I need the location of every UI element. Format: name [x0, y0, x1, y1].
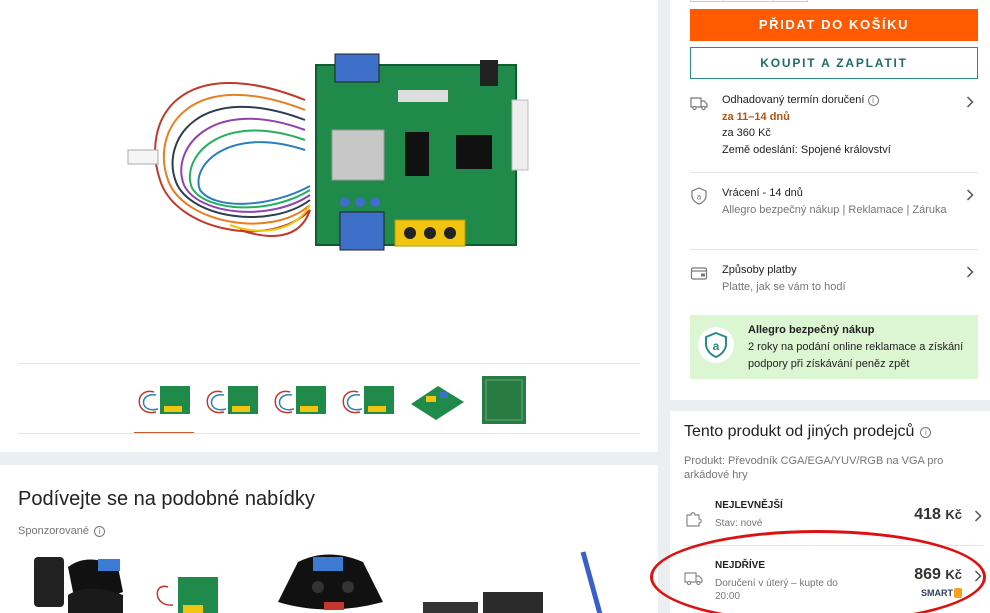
sponsored-text: Sponzorované [18, 525, 89, 537]
thumbnail-5[interactable] [406, 372, 466, 432]
returns-info: Vrácení - 14 dnů Allegro bezpečný nákup … [722, 185, 952, 218]
offer-delivery: Doručení v úterý – kupte do 20:00 [715, 578, 838, 602]
safe-purchase-title: Allegro bezpečný nákup [748, 324, 875, 336]
chevron-right-icon [966, 96, 974, 108]
returns-title: Vrácení - 14 dnů [722, 187, 803, 199]
offer-currency: Kč [945, 507, 962, 522]
offer-divider [684, 545, 984, 546]
returns-sub: Allegro bezpečný nákup | Reklamace | Zár… [722, 203, 947, 216]
gallery-bottom-divider [18, 433, 640, 434]
product-main-image[interactable] [120, 40, 540, 270]
offer-label: NEJDŘÍVE [715, 560, 766, 571]
delivery-date: za 11–14 dnů [722, 110, 790, 123]
similar-item-4 [423, 592, 543, 613]
info-icon[interactable]: i [93, 525, 105, 537]
smart-bolt-icon [954, 588, 962, 598]
offer-price-value: 869 [914, 566, 941, 583]
other-sellers-product: Produkt: Převodník CGA/EGA/YUV/RGB na VG… [684, 455, 944, 481]
offer-price: 869 Kč [914, 566, 962, 584]
info-icon[interactable]: i [920, 426, 932, 438]
thumbnail-strip [134, 372, 534, 434]
thumbnail-3[interactable] [270, 372, 330, 432]
thumbnail-2[interactable] [202, 372, 262, 432]
payment-info: Způsoby platby Platte, jak se vám to hod… [722, 262, 952, 295]
shipping-country: Země odeslání: Spojené království [722, 143, 891, 156]
similar-item-5 [580, 551, 603, 613]
svg-text:a: a [697, 193, 702, 202]
row-divider [690, 172, 978, 173]
other-sellers-title-text: Tento produkt od jiných prodejců [684, 423, 915, 440]
returns-info-row[interactable]: a Vrácení - 14 dnů Allegro bezpečný náku… [690, 185, 978, 240]
delivery-info-icon[interactable]: i [867, 95, 879, 106]
similar-offers-carousel [28, 547, 648, 613]
safe-purchase-description: 2 roky na podání online reklamace a získ… [748, 341, 964, 370]
similar-offers-title: Podívejte se na podobné nabídky [18, 488, 315, 510]
offer-fastest[interactable]: NEJDŘÍVE Doručení v úterý – kupte do 20:… [684, 560, 984, 610]
payment-info-row[interactable]: Způsoby platby Platte, jak se vám to hod… [690, 262, 978, 298]
delivery-info: Odhadovaný termín doručení i za 11–14 dn… [722, 92, 952, 158]
shield-a-icon: a [691, 187, 707, 205]
similar-offers-section: Podívejte se na podobné nabídky Sponzoro… [0, 465, 658, 613]
offer-cheapest[interactable]: NEJLEVNĚJŠÍ Stav: nové 418 Kč [684, 500, 984, 550]
delivery-info-row[interactable]: Odhadovaný termín doručení i za 11–14 dn… [690, 92, 978, 162]
safe-purchase-banner: a Allegro bezpečný nákup 2 roky na podán… [690, 315, 978, 379]
truck-icon [684, 572, 703, 586]
offer-currency: Kč [945, 567, 962, 582]
chevron-right-icon [966, 189, 974, 201]
purchase-panel: PŘIDAT DO KOŠÍKU KOUPIT A ZAPLATIT Odhad… [670, 0, 990, 400]
puzzle-icon [686, 512, 702, 527]
delivery-price: za 360 Kč [722, 127, 771, 139]
thumbnail-6[interactable] [474, 372, 534, 432]
other-sellers-panel: Tento produkt od jiných prodejců i Produ… [670, 411, 990, 613]
safe-purchase-text: Allegro bezpečný nákup 2 roky na podání … [748, 322, 972, 373]
delivery-title-line: Odhadovaný termín doručení i [722, 92, 952, 109]
quantity-increment[interactable] [774, 0, 808, 2]
thumbnail-1[interactable] [134, 372, 194, 434]
similar-item-3 [278, 554, 383, 610]
quantity-input[interactable] [724, 0, 774, 2]
row-divider [690, 249, 978, 250]
add-to-cart-button[interactable]: PŘIDAT DO KOŠÍKU [690, 9, 978, 41]
smart-badge: SMART [921, 588, 962, 598]
quantity-decrement[interactable] [690, 0, 724, 2]
buy-now-button[interactable]: KOUPIT A ZAPLATIT [690, 47, 978, 79]
similar-item-2 [156, 577, 218, 613]
truck-icon [690, 97, 708, 111]
wallet-icon [690, 267, 708, 280]
payment-sub: Platte, jak se vám to hodí [722, 280, 846, 293]
offer-price-value: 418 [914, 506, 941, 523]
shield-icon: a [698, 327, 734, 363]
delivery-title: Odhadovaný termín doručení [722, 94, 865, 106]
thumbnail-4[interactable] [338, 372, 398, 432]
sponsored-label: Sponzorované i [18, 525, 105, 537]
chevron-right-icon [974, 510, 982, 522]
product-gallery [0, 0, 658, 452]
gallery-divider [18, 363, 640, 364]
payment-title: Způsoby platby [722, 264, 797, 276]
offer-label: NEJLEVNĚJŠÍ [715, 500, 783, 511]
offer-price: 418 Kč [914, 506, 962, 524]
chevron-right-icon [966, 266, 974, 278]
smart-badge-text: SMART [921, 588, 953, 598]
chevron-right-icon [974, 570, 982, 582]
offer-condition: Stav: nové [715, 518, 763, 529]
other-sellers-title: Tento produkt od jiných prodejců i [684, 423, 932, 441]
svg-text:a: a [713, 339, 720, 353]
similar-item-1 [34, 557, 123, 613]
quantity-stepper[interactable] [690, 0, 808, 2]
